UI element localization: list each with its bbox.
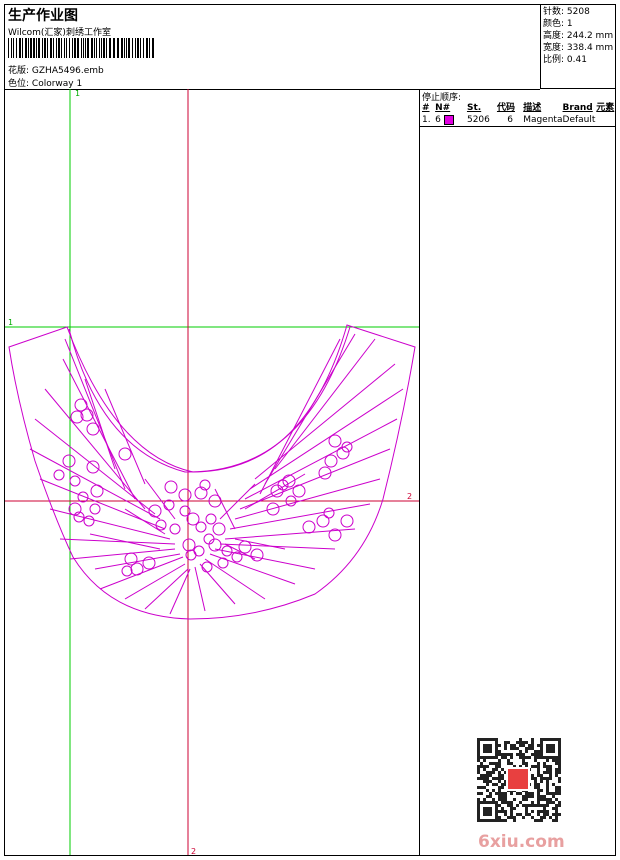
sheet-title: 生产作业图 — [8, 8, 78, 24]
stop-sequence-table: # N# St. 代码 描述 Brand 元素 1. 6 5206 6 Mage… — [419, 102, 615, 127]
studio-name: Wilcom(汇家)刺绣工作室 — [8, 28, 111, 38]
row-stitches: 5206 — [466, 115, 490, 125]
row-brand: Default — [562, 115, 596, 125]
row-index: 1. — [422, 115, 431, 125]
stat-colors: 颜色: 1 — [543, 19, 573, 29]
embroidery-drawing: 1 1 2 2 — [5, 89, 419, 856]
sheet-header: 生产作业图 Wilcom(汇家)刺绣工作室 花版: GZHA5496.emb 色… — [5, 5, 540, 90]
seal-stamp — [508, 769, 528, 789]
guide-label-h-green: 1 — [8, 318, 13, 327]
qr-code-image — [476, 737, 562, 823]
file-label: 花版: — [8, 66, 30, 76]
table-row: 1. 6 5206 6 Magenta Default — [419, 114, 615, 126]
guide-label-v-red: 2 — [191, 847, 196, 855]
colorway-value: Colorway 1 — [31, 79, 83, 89]
table-header-row: # N# St. 代码 描述 Brand 元素 — [419, 102, 615, 114]
col-header: # — [422, 103, 430, 113]
color-swatch — [443, 114, 454, 125]
stat-stitches: 针数: 5208 — [543, 7, 590, 17]
col-header: 元素 — [596, 103, 615, 113]
row-needle: 6 — [435, 114, 467, 126]
stat-scale: 比例: 0.41 — [543, 55, 587, 65]
col-header: St. — [466, 103, 482, 113]
col-header: 描述 — [523, 103, 542, 113]
row-element — [596, 114, 615, 126]
file-name: GZHA5496.emb — [31, 66, 104, 76]
col-header: N# — [435, 103, 451, 113]
file-line: 花版: GZHA5496.emb — [8, 63, 104, 76]
colorway-label: 色位: — [8, 79, 30, 89]
barcode-image — [8, 38, 154, 58]
watermark-logo: 6xiu.com — [478, 832, 565, 852]
row-code: 6 — [507, 115, 513, 125]
guide-label-v-green: 1 — [75, 89, 80, 98]
col-header: 代码 — [496, 103, 515, 113]
design-canvas: 1 1 2 2 — [5, 89, 420, 856]
colorway-line: 色位: Colorway 1 — [8, 76, 82, 89]
design-stats: 针数: 5208 颜色: 1 高度: 244.2 mm 宽度: 338.4 mm… — [540, 5, 615, 89]
row-description: Magenta — [523, 115, 563, 125]
guide-label-h-red: 2 — [407, 492, 412, 501]
watermark-text: 6xiu.com — [478, 832, 565, 852]
stat-width: 宽度: 338.4 mm — [543, 43, 614, 53]
col-header: Brand — [562, 103, 593, 113]
production-sheet: 生产作业图 Wilcom(汇家)刺绣工作室 花版: GZHA5496.emb 色… — [4, 4, 616, 856]
stat-height: 高度: 244.2 mm — [543, 31, 614, 41]
